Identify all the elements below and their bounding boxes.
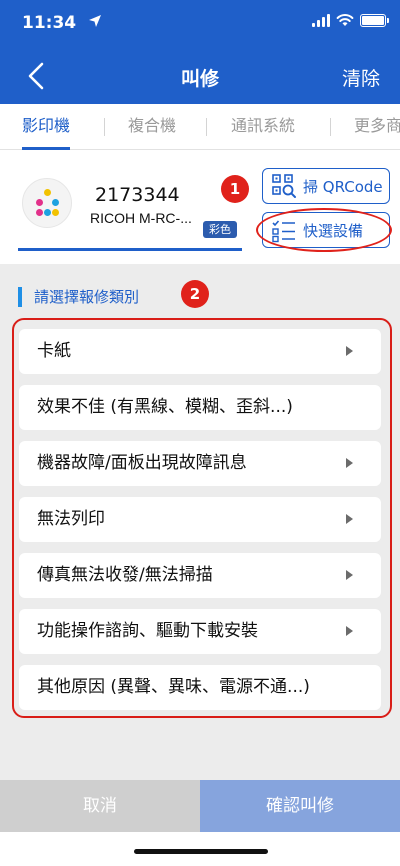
cellular-signal-icon — [312, 13, 330, 27]
qr-scan-icon — [272, 174, 296, 198]
tab-more-products[interactable]: 更多商 — [354, 104, 400, 150]
chevron-right-icon — [346, 458, 353, 468]
chevron-right-icon — [346, 626, 353, 636]
battery-icon — [360, 13, 389, 27]
bottom-action-bar: 取消 確認叫修 — [0, 780, 400, 832]
location-arrow-icon — [89, 15, 101, 27]
confirm-repair-button[interactable]: 確認叫修 — [200, 780, 400, 832]
tab-separator — [206, 118, 207, 136]
chevron-right-icon — [346, 346, 353, 356]
repair-category-item[interactable]: 功能操作諮詢、驅動下載安裝 — [19, 609, 381, 654]
repair-category-item[interactable]: 無法列印 — [19, 497, 381, 542]
tab-multifunction[interactable]: 複合機 — [128, 104, 176, 150]
category-label: 無法列印 — [37, 509, 105, 529]
color-badge: 彩色 — [203, 221, 237, 238]
cancel-button[interactable]: 取消 — [0, 780, 200, 832]
repair-category-item[interactable]: 效果不佳 (有黑線、模糊、歪斜...) — [19, 385, 381, 430]
page-title: 叫修 — [180, 68, 219, 90]
annotation-badge-1: 1 — [221, 175, 249, 203]
annotation-ellipse — [256, 208, 392, 252]
repair-category-item[interactable]: 其他原因 (異聲、異味、電源不通...) — [19, 665, 381, 710]
repair-category-item[interactable]: 機器故障/面板出現故障訊息 — [19, 441, 381, 486]
chevron-right-icon — [346, 570, 353, 580]
home-indicator[interactable] — [134, 849, 268, 854]
wifi-icon — [336, 14, 354, 26]
category-label: 機器故障/面板出現故障訊息 — [37, 453, 247, 473]
scan-qrcode-label: 掃 QRCode — [303, 177, 383, 196]
tab-copier[interactable]: 影印機 — [22, 104, 71, 150]
category-label: 其他原因 (異聲、異味、電源不通...) — [37, 677, 310, 697]
device-model: RICOH M-RC-... — [90, 210, 192, 226]
category-label: 卡紙 — [37, 341, 71, 361]
tab-communication[interactable]: 通訊系統 — [231, 104, 295, 150]
annotation-badge-2: 2 — [181, 280, 209, 308]
app-header: 11:34 叫修 清除 — [0, 0, 400, 104]
repair-category-item[interactable]: 卡紙 — [19, 329, 381, 374]
tab-separator — [104, 118, 105, 136]
category-label: 效果不佳 (有黑線、模糊、歪斜...) — [37, 397, 293, 417]
tab-separator — [330, 118, 331, 136]
device-number: 2173344 — [95, 184, 180, 206]
status-indicators — [312, 13, 389, 27]
device-color-icon — [22, 178, 72, 228]
chevron-right-icon — [346, 514, 353, 524]
scan-qrcode-button[interactable]: 掃 QRCode — [262, 168, 390, 204]
category-label: 傳真無法收發/無法掃描 — [37, 565, 213, 585]
category-label: 功能操作諮詢、驅動下載安裝 — [37, 621, 258, 641]
repair-category-item[interactable]: 傳真無法收發/無法掃描 — [19, 553, 381, 598]
section-title: 請選擇報修類別 — [18, 287, 139, 307]
clear-button[interactable]: 清除 — [342, 64, 380, 91]
status-time: 11:34 — [22, 13, 77, 33]
device-underline — [18, 248, 242, 251]
category-tabs: 影印機 複合機 通訊系統 更多商 — [0, 104, 400, 150]
